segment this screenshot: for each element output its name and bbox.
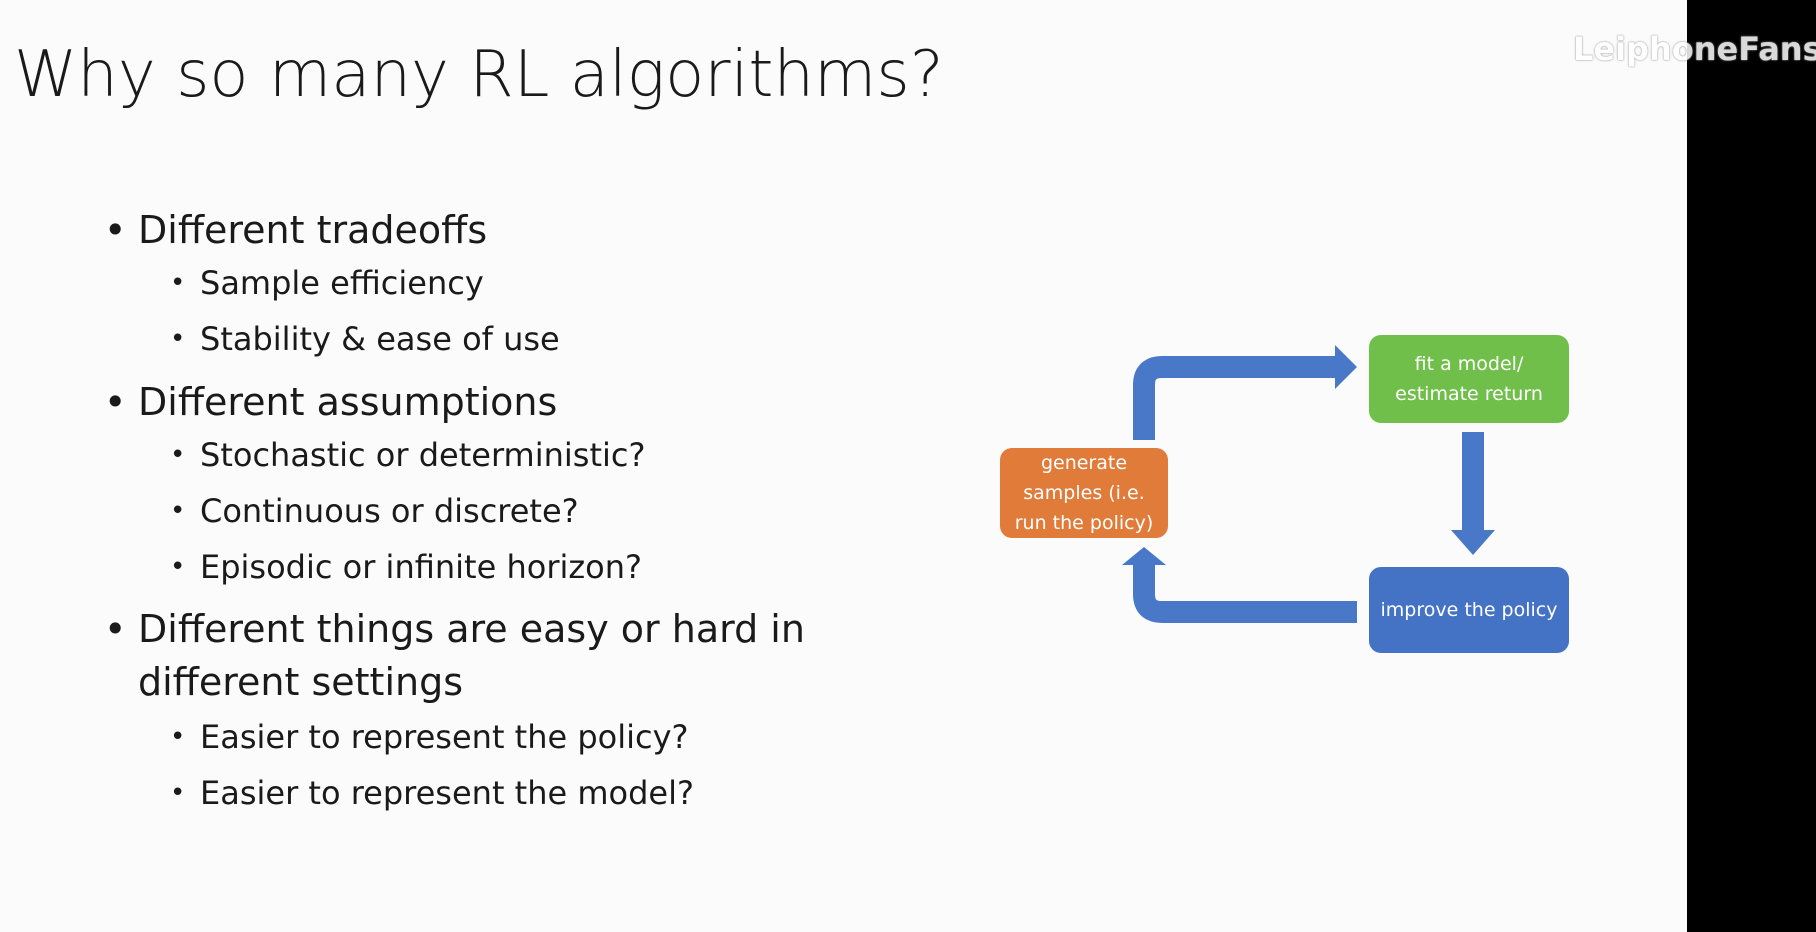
sub-bullet-continuous: Continuous or discrete? — [104, 483, 864, 539]
sub-bullet-episodic: Episodic or infinite horizon? — [104, 539, 864, 595]
arrow-to-fit — [1133, 356, 1337, 440]
rl-loop-diagram: generate samples (i.e. run the policy) f… — [990, 325, 1580, 675]
sub-bullet-stability: Stability & ease of use — [104, 311, 864, 367]
watermark-text: LeiphoneFans — [1573, 30, 1816, 68]
arrow-to-improve — [1462, 432, 1484, 532]
slide: Why so many RL algorithms? Different tra… — [0, 0, 1687, 932]
sub-bullet-sample-efficiency: Sample efficiency — [104, 255, 864, 311]
sub-bullet-model: Easier to represent the model? — [104, 765, 864, 821]
sub-bullet-stochastic: Stochastic or deterministic? — [104, 427, 864, 483]
generate-samples-label: generate samples (i.e. run the policy) — [1014, 452, 1154, 534]
bullet-different-assumptions: Different assumptions — [104, 377, 864, 427]
bullet-different-tradeoffs: Different tradeoffs — [104, 205, 864, 255]
bullet-list: Different tradeoffs Sample efficiency St… — [104, 205, 864, 821]
sub-bullet-policy: Easier to represent the policy? — [104, 709, 864, 765]
generate-samples-box: generate samples (i.e. run the policy) — [1000, 448, 1168, 538]
arrow-to-generate — [1133, 563, 1357, 623]
bullet-different-things: Different things are easy or hard in dif… — [104, 603, 838, 709]
improve-policy-box: improve the policy — [1369, 567, 1569, 653]
arrow-head-to-fit — [1335, 345, 1357, 389]
arrow-head-to-generate — [1122, 547, 1166, 565]
fit-model-box: fit a model/ estimate return — [1369, 335, 1569, 423]
right-black-bar — [1687, 0, 1816, 932]
arrow-head-to-improve — [1451, 530, 1495, 555]
fit-model-label: fit a model/ estimate return — [1395, 353, 1543, 405]
improve-policy-label: improve the policy — [1380, 599, 1558, 621]
slide-title: Why so many RL algorithms? — [14, 38, 944, 112]
